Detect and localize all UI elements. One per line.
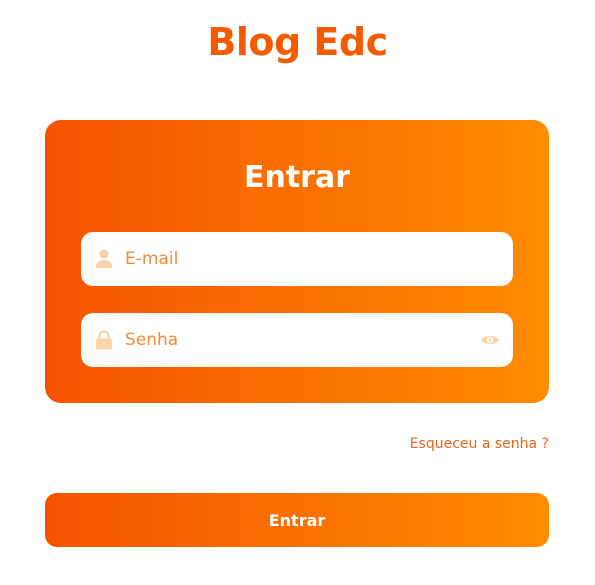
password-field-container <box>81 313 513 367</box>
eye-icon[interactable] <box>480 332 500 348</box>
forgot-password-link[interactable]: Esqueceu a senha ? <box>410 436 549 452</box>
login-page: Blog Edc Entrar Esqueceu a senha ? Entra… <box>0 0 595 585</box>
user-icon <box>96 249 112 268</box>
lock-icon <box>96 330 112 350</box>
brand-title: Blog Edc <box>207 20 388 64</box>
login-card: Entrar <box>45 120 549 403</box>
password-input[interactable] <box>125 313 475 367</box>
submit-button[interactable]: Entrar <box>45 493 549 547</box>
email-input[interactable] <box>125 232 475 286</box>
card-title: Entrar <box>243 160 351 195</box>
email-field-container <box>81 232 513 286</box>
